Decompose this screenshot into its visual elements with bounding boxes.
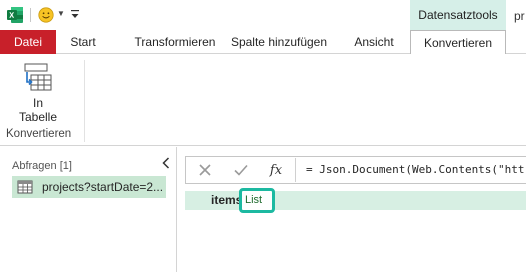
tab-view[interactable]: Ansicht bbox=[348, 30, 400, 54]
query-item-label: projects?startDate=2... bbox=[42, 180, 164, 194]
into-table-label-line1: In bbox=[32, 96, 43, 110]
tab-file[interactable]: Datei bbox=[0, 30, 56, 54]
toolbar-separator bbox=[30, 8, 31, 22]
excel-logo-icon bbox=[6, 6, 24, 24]
formula-input[interactable]: = Json.Document(Web.Contents("htt bbox=[306, 163, 525, 176]
contextual-tab-group-header: Datensatztools bbox=[410, 0, 506, 30]
check-icon[interactable] bbox=[226, 158, 256, 182]
table-convert-icon bbox=[22, 63, 54, 93]
close-icon[interactable] bbox=[190, 158, 220, 182]
into-table-label-line2: Tabelle bbox=[18, 110, 58, 124]
chevron-left-icon[interactable] bbox=[160, 156, 172, 170]
into-table-label: In Tabelle bbox=[8, 96, 68, 124]
record-list-link[interactable]: List bbox=[245, 194, 262, 206]
tab-add-column[interactable]: Spalte hinzufügen bbox=[224, 30, 334, 54]
ribbon-group-separator bbox=[84, 60, 85, 142]
queries-title: Abfragen [1] bbox=[12, 160, 72, 172]
contextual-tab-fragment: pr bbox=[514, 9, 525, 23]
fx-button[interactable]: fx bbox=[261, 158, 291, 182]
tab-start[interactable]: Start bbox=[66, 30, 100, 54]
ribbon-group-label: Konvertieren bbox=[6, 128, 72, 140]
formula-bar-separator bbox=[295, 158, 296, 182]
chevron-down-icon[interactable]: ▼ bbox=[57, 9, 65, 18]
record-field-name: items bbox=[211, 193, 243, 207]
table-icon bbox=[17, 179, 33, 195]
fx-icon: fx bbox=[269, 162, 283, 178]
tab-transform[interactable]: Transformieren bbox=[116, 30, 234, 54]
smiley-icon[interactable] bbox=[38, 7, 54, 23]
ribbon bbox=[0, 54, 526, 146]
tab-convert[interactable]: Konvertieren bbox=[410, 30, 506, 55]
customize-toolbar-icon[interactable] bbox=[70, 8, 80, 20]
